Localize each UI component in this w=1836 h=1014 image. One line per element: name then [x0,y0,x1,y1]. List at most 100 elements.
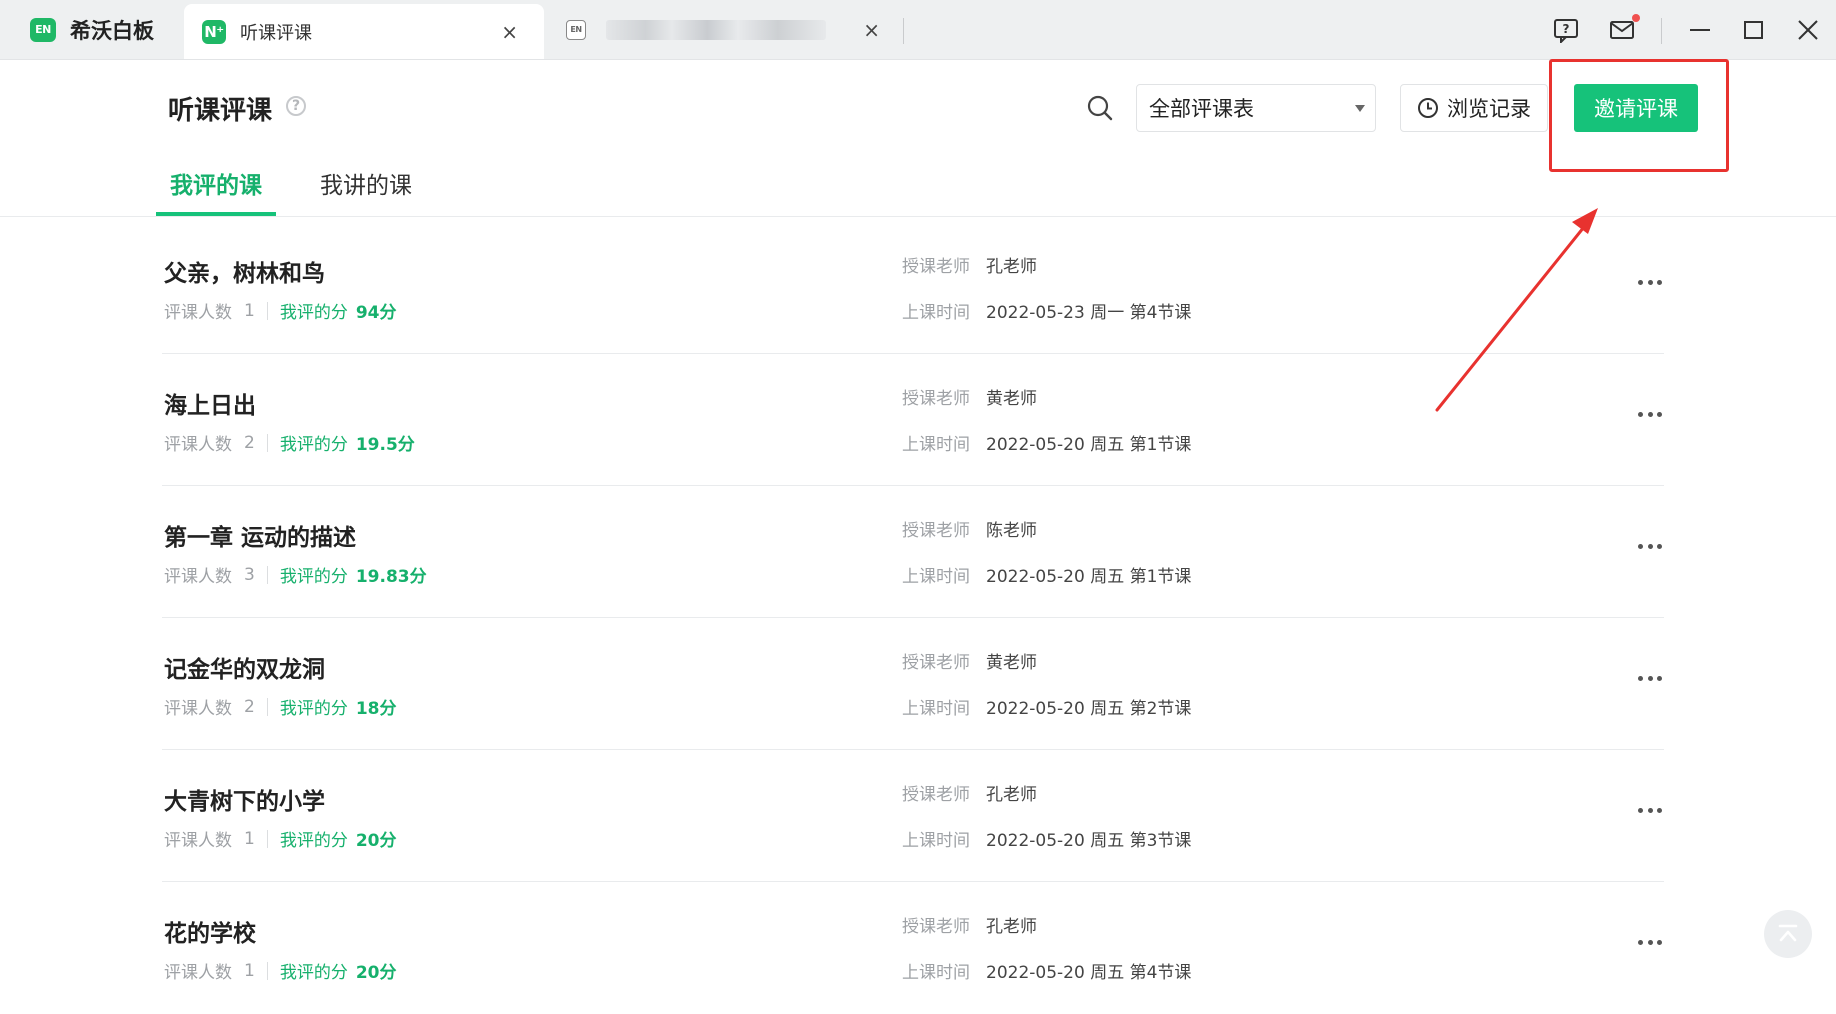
more-options-icon[interactable] [1638,674,1662,682]
course-meta: 评课人数 3 我评的分 19.83分 [164,562,427,588]
teacher-info: 授课老师 陈老师 [902,516,1037,541]
tab-separator [903,18,904,44]
close-icon[interactable] [1780,0,1836,59]
tab-label: 希沃白板 [70,18,154,43]
course-title: 海上日出 [164,393,256,419]
teacher-name: 孔老师 [986,785,1037,805]
meta-separator [266,433,268,452]
more-options-icon[interactable] [1638,278,1662,286]
my-score: 18分 [355,699,397,719]
teacher-name: 孔老师 [986,257,1037,277]
meta-separator [266,961,268,980]
help-icon[interactable]: ? [286,96,306,116]
review-count-label: 评课人数 [164,831,232,851]
course-title: 大青树下的小学 [164,789,325,815]
teacher-info: 授课老师 孔老师 [902,252,1037,277]
course-row[interactable]: 花的学校 评课人数 1 我评的分 20分 授课老师 孔老师 上课时间 2022-… [162,882,1664,1014]
tab-label: 听课评课 [240,22,312,44]
course-row[interactable]: 海上日出 评课人数 2 我评的分 19.5分 授课老师 黄老师 上课时间 202… [162,354,1664,486]
review-count-label: 评课人数 [164,303,232,323]
course-meta: 评课人数 2 我评的分 18分 [164,694,397,720]
teacher-name: 黄老师 [986,389,1037,409]
my-score-label: 我评的分 [279,699,348,719]
clock-icon [1418,98,1438,118]
title-bar: EN 希沃白板 N⁺ 听课评课 × EN × ? [0,0,1836,60]
annotation-highlight-box [1549,59,1729,172]
review-count: 1 [244,828,255,849]
review-count: 1 [244,300,255,321]
teacher-name: 孔老师 [986,917,1037,937]
my-score-label: 我评的分 [279,831,348,851]
class-time-info: 上课时间 2022-05-20 周五 第1节课 [902,430,1191,455]
class-time-label: 上课时间 [902,303,970,323]
class-time: 2022-05-20 周五 第1节课 [986,567,1192,587]
seewo-logo-icon: EN [30,17,56,42]
my-score: 20分 [355,963,397,983]
course-title: 记金华的双龙洞 [164,657,325,683]
class-time-info: 上课时间 2022-05-20 周五 第4节课 [902,958,1191,983]
tab-seewo-whiteboard[interactable]: EN 希沃白板 [0,0,184,59]
tab-blurred-document[interactable]: EN × [546,0,906,59]
more-options-icon[interactable] [1638,806,1662,814]
review-count-label: 评课人数 [164,435,232,455]
teacher-label: 授课老师 [902,785,970,805]
class-time: 2022-05-20 周五 第4节课 [986,963,1192,983]
course-row[interactable]: 记金华的双龙洞 评课人数 2 我评的分 18分 授课老师 黄老师 上课时间 20… [162,618,1664,750]
more-options-icon[interactable] [1638,938,1662,946]
class-time-info: 上课时间 2022-05-23 周一 第4节课 [902,298,1191,323]
tab-my-reviewed-lessons[interactable]: 我评的课 [156,166,276,216]
maximize-icon[interactable] [1726,0,1782,59]
meta-separator [266,565,268,584]
course-row[interactable]: 第一章 运动的描述 评课人数 3 我评的分 19.83分 授课老师 陈老师 上课… [162,486,1664,618]
history-label: 浏览记录 [1447,97,1531,121]
class-time-label: 上课时间 [902,831,970,851]
controls-separator [1661,18,1662,44]
course-title: 花的学校 [164,921,256,947]
more-options-icon[interactable] [1638,410,1662,418]
meta-separator [266,697,268,716]
teacher-info: 授课老师 黄老师 [902,384,1037,409]
course-meta: 评课人数 1 我评的分 94分 [164,298,397,324]
teacher-label: 授课老师 [902,917,970,937]
class-time: 2022-05-23 周一 第4节课 [986,303,1192,323]
my-score: 20分 [355,831,397,851]
caret-down-icon [1355,105,1365,112]
review-form-filter-select[interactable]: 全部评课表 [1136,84,1376,132]
teacher-label: 授课老师 [902,521,970,541]
class-time-label: 上课时间 [902,963,970,983]
review-count: 2 [244,432,255,453]
teacher-info: 授课老师 孔老师 [902,912,1037,937]
tab-lesson-review[interactable]: N⁺ 听课评课 × [184,4,544,59]
tab-close-icon[interactable]: × [863,18,880,42]
course-row[interactable]: 大青树下的小学 评课人数 1 我评的分 20分 授课老师 孔老师 上课时间 20… [162,750,1664,882]
browse-history-button[interactable]: 浏览记录 [1400,84,1548,132]
mail-icon[interactable] [1594,0,1650,59]
back-to-top-button[interactable] [1764,910,1812,958]
review-count-label: 评课人数 [164,567,232,587]
my-score-label: 我评的分 [279,303,348,323]
class-time-info: 上课时间 2022-05-20 周五 第1节课 [902,562,1191,587]
tab-my-taught-lessons[interactable]: 我讲的课 [306,166,426,216]
teacher-label: 授课老师 [902,389,970,409]
class-time: 2022-05-20 周五 第2节课 [986,699,1192,719]
select-value: 全部评课表 [1149,97,1254,121]
search-icon[interactable] [1086,94,1114,122]
document-logo-icon: EN [566,19,586,40]
course-meta: 评课人数 2 我评的分 19.5分 [164,430,415,456]
tab-close-icon[interactable]: × [501,20,518,44]
my-score-label: 我评的分 [279,435,348,455]
more-options-icon[interactable] [1638,542,1662,550]
feedback-icon[interactable]: ? [1538,0,1594,59]
lesson-review-logo-icon: N⁺ [202,19,226,44]
minimize-icon[interactable] [1672,0,1728,59]
my-score: 94分 [355,303,397,323]
tabs-divider [0,216,1836,217]
review-count-label: 评课人数 [164,963,232,983]
my-score-label: 我评的分 [279,963,348,983]
blurred-tab-title [606,19,826,40]
svg-text:?: ? [1563,22,1570,36]
course-row[interactable]: 父亲，树林和鸟 评课人数 1 我评的分 94分 授课老师 孔老师 上课时间 20… [162,222,1664,354]
class-time: 2022-05-20 周五 第1节课 [986,435,1192,455]
review-count-label: 评课人数 [164,699,232,719]
my-score-label: 我评的分 [279,567,348,587]
